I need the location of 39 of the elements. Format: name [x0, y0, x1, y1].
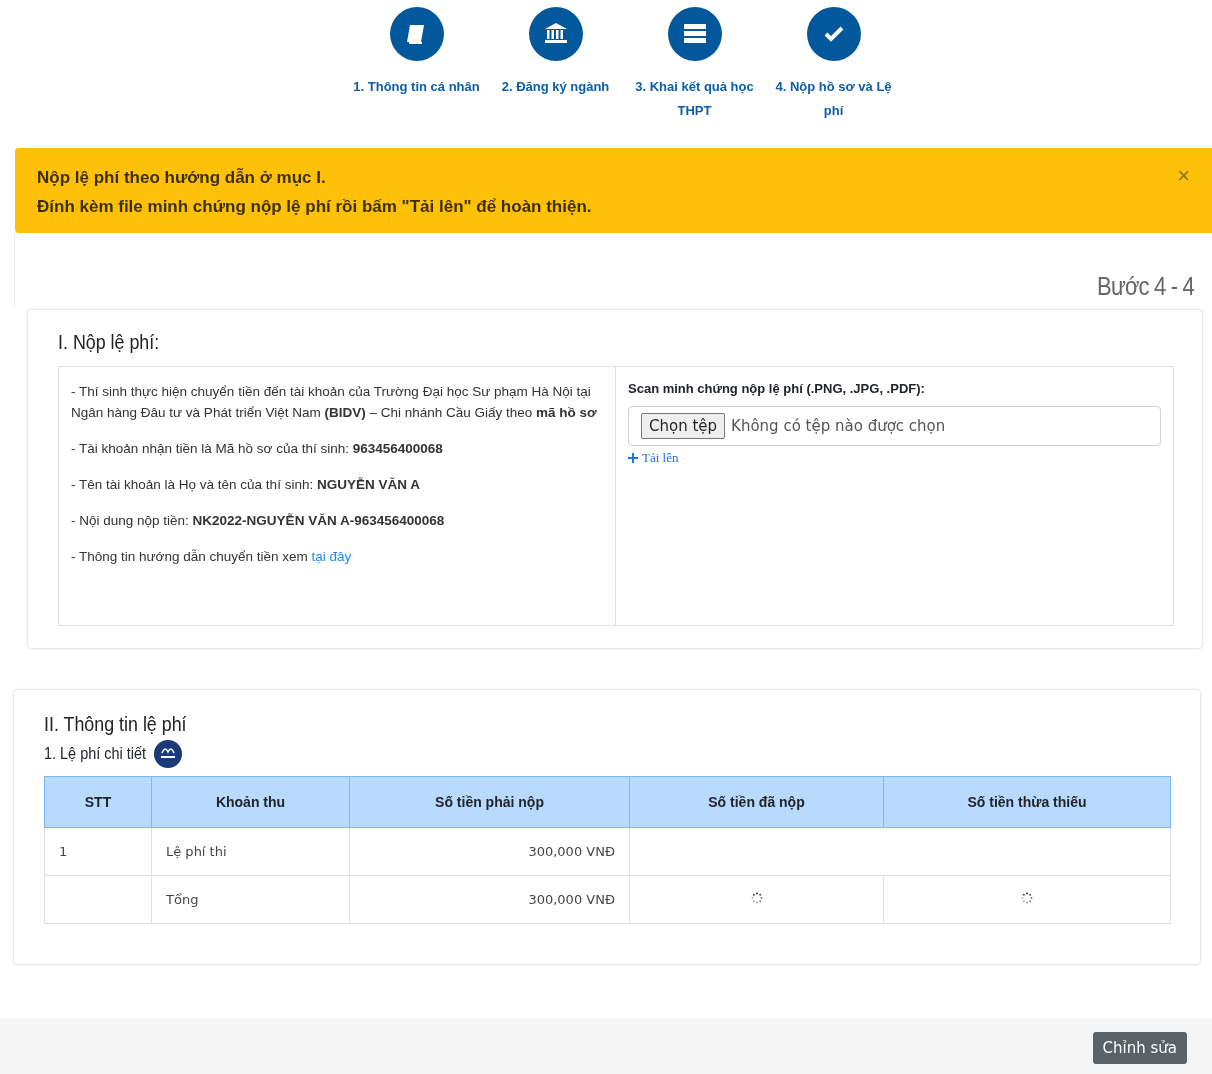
upload-label: Scan minh chứng nộp lệ phí (.PNG, .JPG, .PDF): [628, 381, 926, 396]
edit-button[interactable]: Chỉnh sửa [1092, 1032, 1187, 1064]
column-header: Số tiền đã nộp [629, 776, 884, 828]
step-label[interactable]: 1. Thông tin cá nhân [349, 75, 484, 99]
loading-spinner-icon [750, 892, 763, 904]
loading-spinner-icon [1021, 892, 1033, 904]
file-input[interactable]: Chọn tệp Không có tệp nào được chọn [628, 406, 1161, 446]
step-counter: Bước 4 - 4 [1097, 271, 1194, 302]
table-cell: Tổng [166, 892, 199, 907]
list-icon[interactable] [667, 7, 722, 61]
step-label[interactable]: 2. Đăng ký ngành [488, 75, 623, 99]
bank-icon[interactable] [528, 7, 583, 61]
emblem-icon [154, 740, 183, 768]
check-icon[interactable] [806, 7, 861, 61]
instruction-text: - Nội dung nộp tiền: NK2022-NGUYỄN VĂN A-963456400068 [71, 512, 446, 530]
table-cell: Lệ phí thi [166, 844, 227, 859]
section-title: II. Thông tin lệ phí [44, 712, 188, 736]
alert-message: Đính kèm file minh chứng nộp lệ phí rồi bấm "Tải lên" để hoàn thiện. [37, 196, 592, 218]
upload-link[interactable]: Tải lên [642, 450, 679, 466]
step-label[interactable]: 4. Nộp hồ sơ và Lệ phí [766, 75, 901, 123]
choose-file-button[interactable]: Chọn tệp [641, 413, 726, 439]
subsection-title: 1. Lệ phí chi tiết [44, 744, 147, 764]
alert-message: Nộp lệ phí theo hướng dẫn ở mục I. [37, 167, 327, 189]
instruction-text: - Tài khoản nhận tiền là Mã hồ sơ của thí sinh: 963456400068 [71, 440, 444, 458]
instruction-text: - Thông tin hướng dẫn chuyển tiền xem [71, 549, 308, 564]
table-cell: 300,000 VNĐ [528, 892, 615, 907]
instruction-text: - Tên tài khoản là Họ và tên của thí sinh: NGUYỄN VĂN A [71, 476, 421, 494]
column-header: Số tiền thừa thiếu [883, 776, 1171, 828]
table-cell: 300,000 VNĐ [528, 844, 615, 859]
table-cell: 1 [59, 844, 68, 859]
section-title: I. Nộp lệ phí: [58, 330, 161, 354]
column-header: STT [44, 776, 152, 828]
column-header: Số tiền phải nộp [349, 776, 630, 828]
instruction-text: - Thí sinh thực hiện chuyển tiền đến tài khoản của Trường Đại học Sư phạm Hà Nội tại Ngân hàng Đâu tư và Phát triển Việt Nam (BIDV) – Chi nhánh Cầu Giấy theo mã hồ sơ [71, 383, 598, 422]
plus-icon[interactable] [628, 453, 638, 463]
step-label[interactable]: 3. Khai kết quả học THPT [627, 75, 762, 123]
guide-link[interactable]: tại đây [311, 549, 352, 564]
file-status: Không có tệp nào được chọn [731, 417, 946, 435]
column-header: Khoản thu [151, 776, 350, 828]
